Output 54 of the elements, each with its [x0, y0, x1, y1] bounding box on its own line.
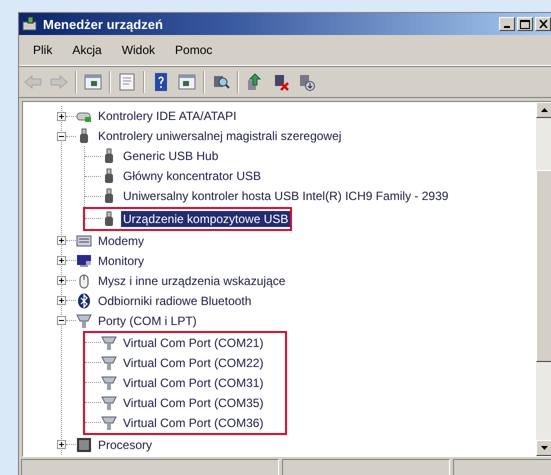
up-arrow-icon [540, 108, 548, 112]
port-connector-icon [101, 414, 117, 430]
port-connector-icon [101, 334, 117, 350]
tree-item[interactable]: Odbiorniki radiowe Bluetooth [96, 292, 254, 308]
expand-toggle[interactable] [57, 440, 66, 449]
expand-toggle[interactable] [57, 316, 66, 325]
menu-item[interactable]: Pomoc [169, 41, 218, 59]
close-button[interactable] [535, 17, 551, 31]
tree-item[interactable]: Generic USB Hub [121, 148, 220, 164]
menu-item[interactable]: Plik [27, 41, 58, 59]
bluetooth-icon [76, 292, 92, 308]
tree-item[interactable]: Modemy [96, 232, 146, 248]
tree-item[interactable]: Virtual Com Port (COM21) [121, 334, 266, 350]
tree-item[interactable]: Virtual Com Port (COM31) [121, 374, 266, 390]
expand-toggle[interactable] [57, 132, 66, 140]
tree-item[interactable]: Virtual Com Port (COM36) [121, 414, 266, 430]
disable-device-icon[interactable] [297, 72, 317, 92]
port-connector-icon [101, 354, 117, 370]
port-connector-icon [101, 374, 117, 390]
window-title: Menedżer urządzeń [43, 16, 164, 32]
tree-item[interactable]: Kontrolery uniwersalnej magistrali szeregowej [96, 128, 344, 144]
expand-toggle[interactable] [57, 296, 66, 305]
close-icon [538, 20, 548, 28]
port-connector-icon [101, 394, 117, 410]
properties-sheet-icon[interactable] [117, 72, 137, 92]
tree-item[interactable]: Monitory [96, 252, 146, 268]
tree-item[interactable]: Porty (COM i LPT) [96, 312, 199, 328]
port-connector-icon [76, 312, 92, 328]
expand-toggle[interactable] [57, 236, 66, 245]
tree-item[interactable]: Virtual Com Port (COM22) [121, 354, 266, 370]
scroll-down-button[interactable] [536, 440, 551, 456]
maximize-icon [520, 20, 530, 28]
console-tree-icon[interactable] [83, 72, 103, 92]
device-manager-icon [22, 16, 38, 32]
menu-item[interactable]: Akcja [66, 41, 108, 59]
tree-item[interactable]: Kontrolery IDE ATA/ATAPI [96, 108, 238, 124]
minimize-button[interactable] [499, 17, 515, 31]
expand-toggle[interactable] [57, 276, 66, 285]
tree-item[interactable]: Uniwersalny kontroler hosta USB Intel(R) ICH9 Family - 2939 [121, 188, 450, 204]
tree-item[interactable]: Główny koncentrator USB [121, 168, 264, 184]
expand-toggle[interactable] [57, 112, 66, 120]
tree-item[interactable]: Procesory [96, 436, 154, 452]
maximize-button[interactable] [517, 17, 533, 31]
tree-item[interactable]: Urządzenie kompozytowe USB [121, 210, 290, 226]
down-arrow-icon [540, 446, 548, 450]
expand-toggle[interactable] [57, 256, 66, 265]
menu-item[interactable]: Widok [116, 41, 162, 59]
scroll-up-button[interactable] [536, 102, 551, 118]
tree-item[interactable]: Mysz i inne urządzenia wskazujące [96, 272, 288, 288]
tree-item[interactable]: Virtual Com Port (COM35) [121, 394, 266, 410]
scrollbar[interactable] [536, 102, 551, 456]
action-pane-icon[interactable] [177, 72, 197, 92]
modem-icon [76, 232, 92, 248]
scroll-thumb[interactable] [536, 170, 551, 362]
